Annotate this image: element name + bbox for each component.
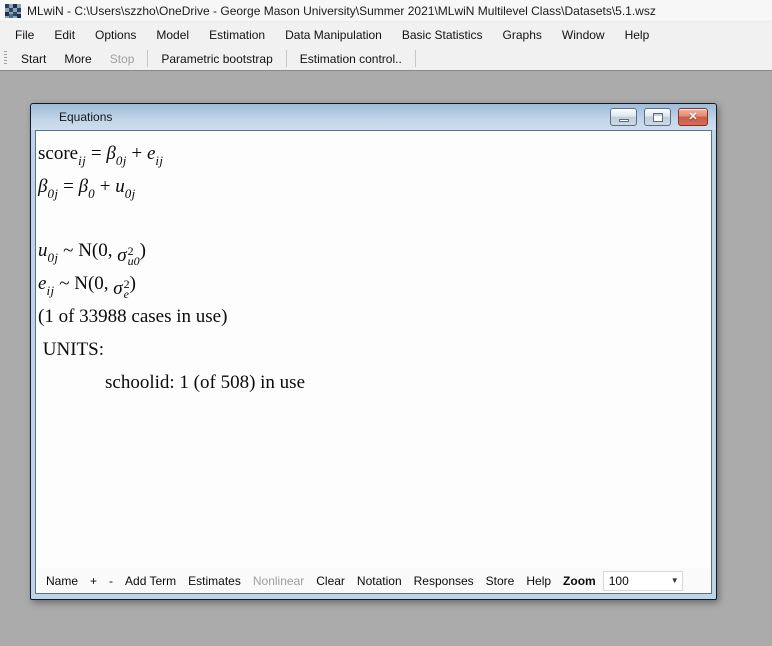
equations-titlebar[interactable]: Equations ✕	[31, 104, 716, 130]
eq-e-distribution[interactable]: eij ~ N(0, σ2e)	[38, 267, 707, 300]
equations-content: scoreij = β0j + eijβ0j = β0 + u0j u0j ~ N…	[36, 131, 711, 568]
toolbar-separator	[415, 50, 416, 67]
equations-window-title: Equations	[59, 110, 112, 124]
stop-button: Stop	[101, 49, 144, 69]
equations-body: scoreij = β0j + eijβ0j = β0 + u0j u0j ~ N…	[35, 130, 712, 594]
toolbar-separator	[147, 50, 148, 67]
app-titlebar[interactable]: MLwiN - C:\Users\szzho\OneDrive - George…	[0, 0, 772, 22]
minimize-button[interactable]	[610, 108, 637, 126]
maximize-icon	[653, 113, 663, 122]
eq-units-label: UNITS:	[38, 333, 707, 366]
help-button[interactable]: Help	[520, 571, 557, 591]
menu-window[interactable]: Window	[552, 24, 615, 46]
window-controls: ✕	[610, 108, 708, 126]
more-button[interactable]: More	[55, 49, 100, 69]
menu-edit[interactable]: Edit	[44, 24, 85, 46]
estimates-button[interactable]: Estimates	[182, 571, 247, 591]
add-term-button[interactable]: Add Term	[119, 571, 182, 591]
eq-spacer	[38, 203, 707, 234]
start-button[interactable]: Start	[12, 49, 55, 69]
eq-units-schoolid: schoolid: 1 (of 508) in use	[38, 366, 707, 399]
menu-options[interactable]: Options	[85, 24, 146, 46]
name-button[interactable]: Name	[40, 571, 84, 591]
equations-window: Equations ✕ scoreij = β0j + eijβ0j = β0 …	[30, 103, 717, 600]
menu-help[interactable]: Help	[615, 24, 660, 46]
menu-data-manipulation[interactable]: Data Manipulation	[275, 24, 392, 46]
eq-u-distribution[interactable]: u0j ~ N(0, σ2u0)	[38, 234, 707, 267]
toolbar-separator	[286, 50, 287, 67]
app-title: MLwiN - C:\Users\szzho\OneDrive - George…	[27, 4, 656, 18]
workspace: Equations ✕ scoreij = β0j + eijβ0j = β0 …	[0, 71, 772, 646]
zoom-value: 100	[609, 574, 629, 588]
zoom-combobox[interactable]: 100 ▼	[603, 571, 683, 591]
close-icon: ✕	[688, 112, 697, 123]
dropdown-arrow-icon: ▼	[671, 576, 679, 585]
menu-estimation[interactable]: Estimation	[199, 24, 275, 46]
eq-level2-equation[interactable]: β0j = β0 + u0j	[38, 170, 707, 203]
estimation-control-button[interactable]: Estimation control..	[291, 49, 411, 69]
responses-button[interactable]: Responses	[408, 571, 480, 591]
menu-graphs[interactable]: Graphs	[493, 24, 552, 46]
close-button[interactable]: ✕	[678, 108, 708, 126]
parametric-bootstrap-button[interactable]: Parametric bootstrap	[152, 49, 281, 69]
mlwin-app-icon	[5, 3, 21, 19]
menu-basic-statistics[interactable]: Basic Statistics	[392, 24, 493, 46]
store-button[interactable]: Store	[480, 571, 521, 591]
menubar: FileEditOptionsModelEstimationData Manip…	[0, 22, 772, 47]
toolbar-grip-handle[interactable]	[4, 51, 7, 66]
screen: MLwiN - C:\Users\szzho\OneDrive - George…	[0, 0, 772, 646]
menu-model[interactable]: Model	[146, 24, 199, 46]
item-button[interactable]: -	[103, 571, 119, 591]
sigma-variance-term: σ2u0	[117, 246, 139, 266]
item-button[interactable]: +	[84, 571, 103, 591]
menu-file[interactable]: File	[5, 24, 44, 46]
notation-button[interactable]: Notation	[351, 571, 408, 591]
zoom-button[interactable]: Zoom	[557, 571, 602, 591]
equations-bottom-toolbar: Name+-Add TermEstimatesNonlinearClearNot…	[36, 568, 711, 593]
minimize-icon	[619, 119, 629, 122]
clear-button[interactable]: Clear	[310, 571, 351, 591]
eq-level1-equation[interactable]: scoreij = β0j + eij	[38, 137, 707, 170]
estimation-toolbar: StartMoreStop Parametric bootstrap Estimat…	[0, 47, 772, 71]
eq-cases-in-use: (1 of 33988 cases in use)	[38, 300, 707, 333]
sigma-variance-term: σ2e	[113, 279, 129, 299]
maximize-button[interactable]	[644, 108, 671, 126]
nonlinear-button: Nonlinear	[247, 571, 310, 591]
